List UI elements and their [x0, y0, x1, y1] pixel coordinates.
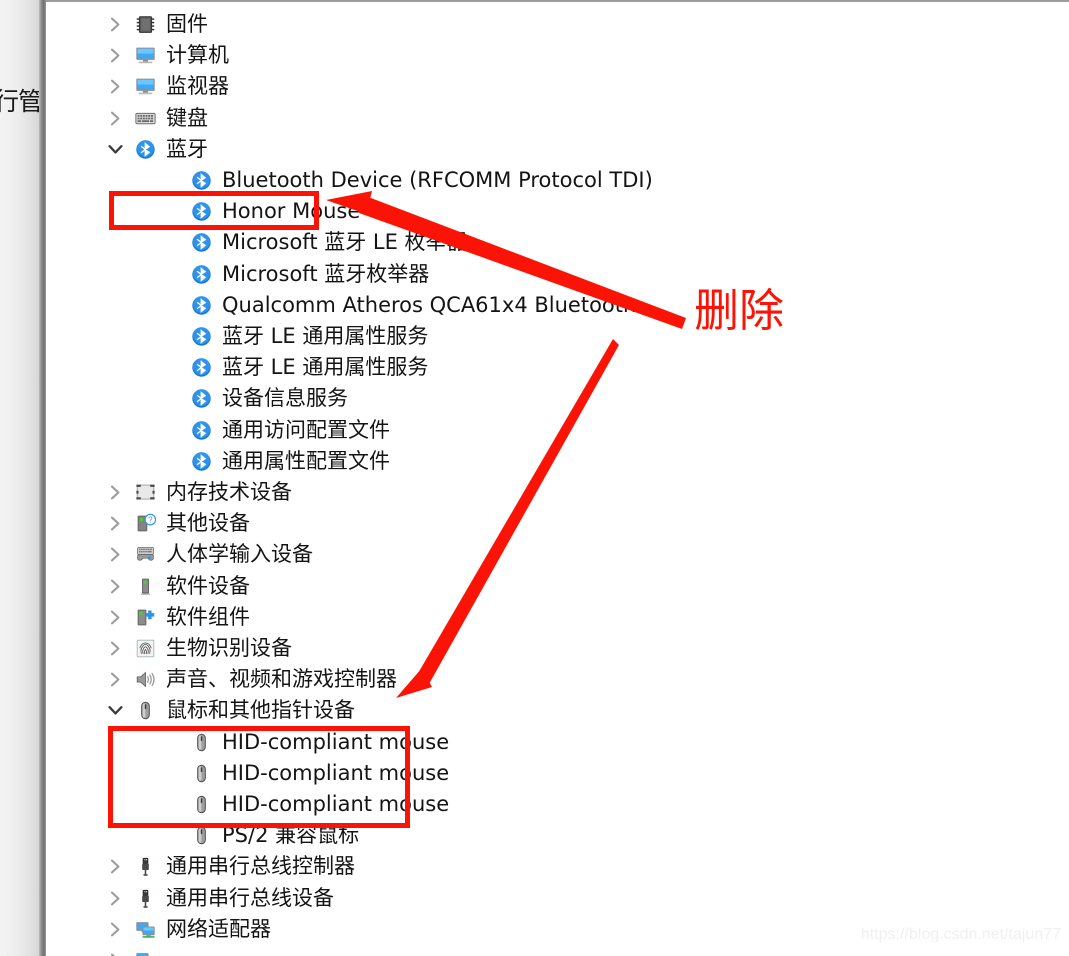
tree-row-label: 通用串行总线控制器 — [166, 854, 355, 879]
software-component-icon — [134, 602, 156, 633]
mouse-icon — [134, 695, 156, 726]
chevron-right-icon[interactable] — [104, 883, 126, 914]
tree-row-label: HID-compliant mouse — [222, 792, 450, 816]
computer-monitor-icon — [134, 71, 156, 102]
tree-row-label: HID-compliant mouse — [222, 729, 450, 754]
bluetooth-icon — [190, 321, 212, 352]
tree-row-label: PS/2 兼容鼠标 — [222, 823, 360, 848]
chevron-down-icon[interactable] — [104, 695, 126, 726]
tree-row-label: HID-compliant mouse — [222, 760, 450, 785]
device-manager-tree[interactable]: 固件计算机监视器键盘蓝牙 Bluetooth Device (RFCOMM Pro… — [46, 2, 1069, 956]
usb-icon — [134, 851, 156, 882]
chevron-right-icon[interactable] — [104, 914, 126, 945]
chevron-right-icon[interactable] — [104, 633, 126, 664]
bluetooth-icon — [190, 415, 212, 446]
partial-left-text: 行管 — [0, 87, 43, 116]
bluetooth-icon — [190, 383, 212, 414]
tree-row-label: 蓝牙 LE 通用属性服务 — [222, 355, 429, 380]
tree-row-label: 计算机 — [166, 43, 229, 68]
network-adapter-icon — [134, 945, 156, 956]
tree-row-label: Honor Mouse — [222, 199, 361, 224]
svg-text:?: ? — [148, 516, 153, 525]
window-frame-border — [39, 0, 46, 956]
computer-monitor-icon — [134, 40, 156, 71]
firmware-chip-icon — [134, 9, 156, 40]
window-left-gutter — [0, 0, 39, 956]
usb-icon — [134, 883, 156, 914]
chevron-down-icon[interactable] — [104, 134, 126, 165]
chevron-right-icon[interactable] — [104, 9, 126, 40]
tree-row-label: 通用属性配置文件 — [222, 448, 390, 473]
bluetooth-icon — [134, 134, 156, 165]
screenshot-stage: 行管 固件计算机监视器键盘蓝牙 Bluetooth Device (RFCOMM … — [0, 0, 1069, 956]
tree-row-label: 蓝牙 — [166, 136, 208, 161]
bluetooth-icon — [190, 259, 212, 290]
hid-gamepad-icon — [134, 539, 156, 570]
tree-row-label: 其他设备 — [166, 511, 250, 536]
tree-row-label: Bluetooth Device (RFCOMM Protocol TDI) — [222, 168, 653, 192]
tree-row-label: 人体学输入设备 — [166, 542, 313, 567]
tree-row-label: 通用串行总线设备 — [166, 885, 334, 910]
tree-row-label: 软件设备 — [166, 573, 250, 598]
chevron-right-icon[interactable] — [104, 103, 126, 134]
chevron-right-icon[interactable] — [104, 945, 126, 956]
speaker-icon — [134, 664, 156, 695]
tree-row-label: Microsoft 蓝牙枚举器 — [222, 261, 430, 286]
bluetooth-icon — [190, 227, 212, 258]
keyboard-icon — [134, 103, 156, 134]
bluetooth-icon — [190, 352, 212, 383]
bluetooth-icon — [190, 165, 212, 196]
bluetooth-icon — [190, 290, 212, 321]
mouse-icon — [190, 789, 212, 820]
network-adapter-icon — [134, 914, 156, 945]
chevron-right-icon[interactable] — [104, 508, 126, 539]
mouse-icon — [190, 820, 212, 851]
chevron-right-icon[interactable] — [104, 539, 126, 570]
tree-row-label: 键盘 — [166, 105, 208, 130]
tree-row-label: 软件组件 — [166, 604, 250, 629]
tree-row-label: 固件 — [166, 12, 208, 36]
tree-row-label: 声音、视频和游戏控制器 — [166, 667, 397, 692]
mouse-icon — [190, 758, 212, 789]
memory-device-icon — [134, 477, 156, 508]
tree-row-label: 通用访问配置文件 — [222, 417, 390, 442]
tree-row-label: Microsoft 蓝牙 LE 枚举器 — [222, 230, 468, 255]
chevron-right-icon[interactable] — [104, 602, 126, 633]
tree-row-label: 设备信息服务 — [222, 386, 348, 411]
tree-row-label: 内存技术设备 — [166, 480, 292, 504]
tree-row-label: 网络适配器 — [166, 916, 271, 941]
mouse-icon — [190, 727, 212, 758]
unknown-device-icon: ? — [134, 508, 156, 539]
tree-row-label: Qualcomm Atheros QCA61x4 Bluetooth — [222, 292, 637, 317]
tree-row-label: 生物识别设备 — [166, 636, 292, 660]
bluetooth-icon — [190, 446, 212, 477]
tree-row-label: 鼠标和其他指针设备 — [166, 698, 355, 723]
chevron-right-icon[interactable] — [104, 40, 126, 71]
chevron-right-icon[interactable] — [104, 664, 126, 695]
tree-row-label: 蓝牙 LE 通用属性服务 — [222, 324, 429, 348]
fingerprint-icon — [134, 633, 156, 664]
chevron-right-icon[interactable] — [104, 477, 126, 508]
chevron-right-icon[interactable] — [104, 571, 126, 602]
chevron-right-icon[interactable] — [104, 851, 126, 882]
tree-row-label: 监视器 — [166, 74, 229, 99]
chevron-right-icon[interactable] — [104, 71, 126, 102]
software-device-icon — [134, 571, 156, 602]
bluetooth-icon — [190, 196, 212, 227]
